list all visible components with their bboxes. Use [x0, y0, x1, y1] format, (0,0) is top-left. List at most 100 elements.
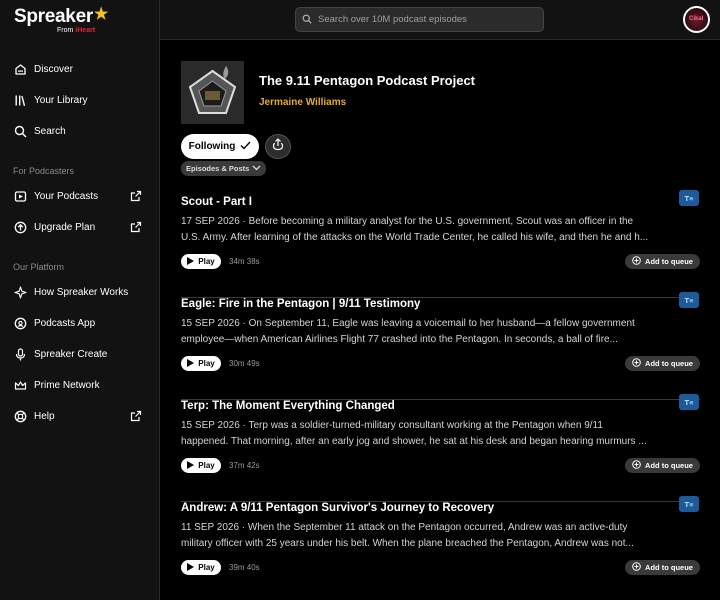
- play-icon: [187, 256, 198, 267]
- upgrade-icon: [13, 220, 27, 234]
- play-label: Play: [198, 461, 215, 470]
- episode-description: 17 SEP 2026 · Before becoming a military…: [181, 216, 649, 243]
- search-input[interactable]: [318, 14, 528, 25]
- add-to-queue-button[interactable]: Add to queue: [625, 356, 700, 371]
- checkmark-icon: [235, 141, 251, 153]
- episode-description: 15 SEP 2026 · Terp was a soldier-turned-…: [181, 420, 647, 447]
- podcast-cover-image: [181, 61, 244, 124]
- play-icon: [187, 358, 198, 369]
- sidebar-item-search[interactable]: Search: [13, 120, 148, 142]
- episode-title[interactable]: Andrew: A 9/11 Pentagon Survivor's Journ…: [181, 502, 494, 514]
- sidebar-item-your-podcasts[interactable]: Your Podcasts: [13, 185, 148, 207]
- episode-duration: 39m 40s: [229, 563, 260, 572]
- search-bar[interactable]: [295, 7, 544, 32]
- sidebar-item-discover[interactable]: Discover: [13, 58, 148, 80]
- microphone-icon: [13, 347, 27, 361]
- crown-icon: [13, 378, 27, 392]
- sidebar-item-label: Help: [34, 410, 55, 422]
- play-button[interactable]: Play: [181, 254, 221, 269]
- sidebar-item-how-spreaker-works[interactable]: How Spreaker Works: [13, 281, 148, 303]
- sidebar-item-label: Prime Network: [34, 379, 100, 391]
- transcript-icon[interactable]: T≡: [679, 190, 699, 206]
- podcast-title: The 9.11 Pentagon Podcast Project: [259, 73, 476, 88]
- transcript-icon[interactable]: T≡: [679, 496, 699, 512]
- episode-duration: 34m 38s: [229, 257, 260, 266]
- sidebar-item-help[interactable]: Help: [13, 405, 148, 427]
- episode-duration: 30m 49s: [229, 359, 260, 368]
- play-button[interactable]: Play: [181, 560, 221, 575]
- top-bar: Cikal: [160, 0, 720, 40]
- play-label: Play: [198, 359, 215, 368]
- play-button[interactable]: Play: [181, 356, 221, 371]
- episode-title[interactable]: Terp: The Moment Everything Changed: [181, 400, 395, 412]
- spreaker-logo[interactable]: Spreaker ★ From iHeart: [14, 6, 108, 34]
- sidebar-item-label: How Spreaker Works: [34, 286, 129, 298]
- episode-item[interactable]: Terp: The Moment Everything Changed T≡ 1…: [181, 394, 700, 502]
- queue-label: Add to queue: [645, 563, 693, 572]
- following-label: Following: [188, 141, 236, 152]
- sidebar-item-podcasts-app[interactable]: Podcasts App: [13, 312, 148, 334]
- share-button[interactable]: [265, 134, 291, 159]
- library-icon: [13, 93, 27, 107]
- external-link-icon: [130, 409, 142, 427]
- episode-description: 15 SEP 2026 · On September 11, Eagle was…: [181, 318, 635, 345]
- chevron-down-icon: [249, 164, 261, 173]
- section-title-podcasters: For Podcasters: [13, 166, 75, 176]
- sidebar-item-prime-network[interactable]: Prime Network: [13, 374, 148, 396]
- play-icon: [187, 460, 198, 471]
- episode-item[interactable]: Scout - Part I T≡ 17 SEP 2026 · Before b…: [181, 190, 700, 298]
- external-link-icon: [130, 220, 142, 238]
- queue-label: Add to queue: [645, 461, 693, 470]
- transcript-icon[interactable]: T≡: [679, 394, 699, 410]
- queue-label: Add to queue: [645, 359, 693, 368]
- episodes-filter-dropdown[interactable]: Episodes & Posts: [181, 161, 267, 176]
- play-icon: [187, 562, 198, 573]
- app-icon: [13, 316, 27, 330]
- plus-circle-icon: [632, 358, 645, 369]
- filter-label: Episodes & Posts: [186, 164, 250, 173]
- star-icon: ★: [93, 6, 108, 23]
- sidebar-item-label: Upgrade Plan: [34, 221, 96, 233]
- sidebar-item-label: Your Podcasts: [34, 190, 99, 202]
- play-label: Play: [198, 257, 215, 266]
- episode-title[interactable]: Scout - Part I: [181, 196, 252, 208]
- sidebar-item-library[interactable]: Your Library: [13, 89, 148, 111]
- search-icon: [302, 11, 312, 29]
- queue-label: Add to queue: [645, 257, 693, 266]
- add-to-queue-button[interactable]: Add to queue: [625, 254, 700, 269]
- avatar-text: Cikal: [689, 16, 704, 22]
- play-button[interactable]: Play: [181, 458, 221, 473]
- plus-circle-icon: [632, 460, 645, 471]
- sparkle-icon: [13, 285, 27, 299]
- episode-description: 11 SEP 2026 · When the September 11 atta…: [181, 522, 634, 549]
- episode-item[interactable]: Andrew: A 9/11 Pentagon Survivor's Journ…: [181, 496, 700, 600]
- sidebar-item-spreaker-create[interactable]: Spreaker Create: [13, 343, 148, 365]
- episode-item[interactable]: Eagle: Fire in the Pentagon | 9/11 Testi…: [181, 292, 700, 400]
- following-button[interactable]: Following: [181, 134, 259, 159]
- add-to-queue-button[interactable]: Add to queue: [625, 560, 700, 575]
- transcript-icon[interactable]: T≡: [679, 292, 699, 308]
- sidebar-item-label: Discover: [34, 63, 73, 75]
- external-link-icon: [130, 189, 142, 207]
- plus-circle-icon: [632, 256, 645, 267]
- section-title-platform: Our Platform: [13, 262, 65, 272]
- logo-text: Spreaker: [14, 6, 93, 27]
- sidebar: Spreaker ★ From iHeart Discover Your Libr…: [0, 0, 160, 600]
- podcast-author[interactable]: Jermaine Williams: [259, 97, 346, 108]
- sidebar-item-label: Podcasts App: [34, 317, 96, 329]
- play-label: Play: [198, 563, 215, 572]
- sidebar-item-label: Search: [34, 125, 66, 137]
- search-icon: [13, 124, 27, 138]
- help-icon: [13, 409, 27, 423]
- sidebar-item-upgrade-plan[interactable]: Upgrade Plan: [13, 216, 148, 238]
- user-avatar[interactable]: Cikal: [683, 6, 710, 33]
- logo-subtitle: From iHeart: [57, 27, 96, 34]
- sidebar-item-label: Spreaker Create: [34, 348, 108, 360]
- episode-title[interactable]: Eagle: Fire in the Pentagon | 9/11 Testi…: [181, 298, 420, 310]
- sidebar-item-label: Your Library: [34, 94, 88, 106]
- plus-circle-icon: [632, 562, 645, 573]
- discover-icon: [13, 62, 27, 76]
- episode-duration: 37m 42s: [229, 461, 260, 470]
- add-to-queue-button[interactable]: Add to queue: [625, 458, 700, 473]
- podcasts-icon: [13, 189, 27, 203]
